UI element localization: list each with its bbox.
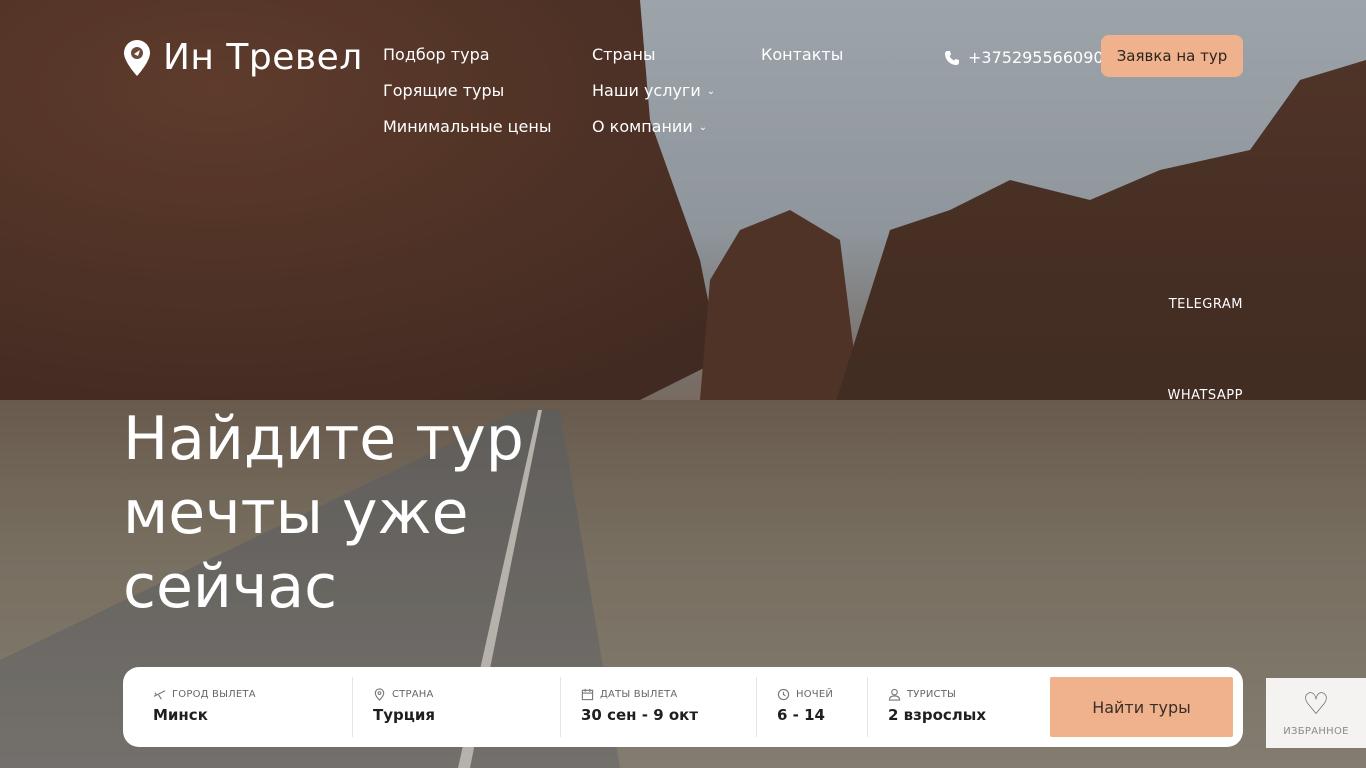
departure-label: Город вылета <box>172 689 256 700</box>
phone-link[interactable]: +375295566090 <box>944 47 1104 69</box>
phone-icon <box>945 51 959 65</box>
dates-field[interactable]: Даты вылета 30 сен - 9 окт <box>561 677 757 737</box>
hero-title-line: сейчас <box>123 552 338 622</box>
heart-icon: ♡ <box>1302 686 1330 722</box>
whatsapp-link[interactable]: WHATSAPP <box>1167 388 1243 403</box>
nav-tour-selection[interactable]: Подбор тура <box>383 45 490 65</box>
plane-icon <box>153 690 166 700</box>
hero-overlay <box>0 0 1366 768</box>
map-pin-icon <box>124 40 150 76</box>
favorites-widget[interactable]: ♡ ИЗБРАННОЕ <box>1266 678 1366 748</box>
find-tours-button[interactable]: Найти туры <box>1050 677 1233 737</box>
clock-icon <box>777 688 790 701</box>
departure-value: Минск <box>153 706 208 724</box>
hero-background <box>0 0 1366 768</box>
request-tour-button[interactable]: Заявка на тур <box>1101 35 1243 77</box>
nav-countries[interactable]: Страны <box>592 45 656 65</box>
nav-min-prices[interactable]: Минимальные цены <box>383 117 551 137</box>
tourists-field[interactable]: Туристы 2 взрослых <box>868 677 1038 737</box>
logo-link[interactable]: Ин Тревел <box>123 38 363 78</box>
nav-about-label: О компании <box>592 117 693 136</box>
nights-label: Ночей <box>796 689 834 700</box>
hero-title-line: мечты уже <box>123 478 469 548</box>
phone-number: +375295566090 <box>968 48 1104 67</box>
country-field[interactable]: Страна Турция <box>353 677 561 737</box>
telegram-link[interactable]: TELEGRAM <box>1169 297 1243 312</box>
nights-value: 6 - 14 <box>777 706 825 724</box>
chevron-down-icon: ⌄ <box>706 86 716 97</box>
nav-services-label: Наши услуги <box>592 81 701 100</box>
nav-about[interactable]: О компании ⌄ <box>592 117 707 137</box>
country-label: Страна <box>392 689 434 700</box>
nav-contacts[interactable]: Контакты <box>761 45 843 65</box>
tourists-label: Туристы <box>907 689 957 700</box>
nights-field[interactable]: Ночей 6 - 14 <box>757 677 868 737</box>
calendar-icon <box>581 688 594 701</box>
location-pin-icon <box>374 688 385 701</box>
hero-title-line: Найдите тур <box>123 404 524 474</box>
tourists-value: 2 взрослых <box>888 706 987 724</box>
hero-title: Найдите тур мечты уже сейчас <box>123 402 683 624</box>
brand-name: Ин Тревел <box>163 37 363 78</box>
country-value: Турция <box>373 706 436 724</box>
favorites-label: ИЗБРАННОЕ <box>1283 725 1349 737</box>
departure-field[interactable]: Город вылета Минск <box>123 677 353 737</box>
nav-services[interactable]: Наши услуги ⌄ <box>592 81 715 101</box>
chevron-down-icon: ⌄ <box>698 122 708 133</box>
user-icon <box>888 688 901 701</box>
dates-label: Даты вылета <box>600 689 678 700</box>
nav-hot-tours[interactable]: Горящие туры <box>383 81 504 101</box>
dates-value: 30 сен - 9 окт <box>581 706 699 724</box>
tour-search-form: Город вылета Минск Страна Турция Даты вы… <box>123 667 1243 747</box>
